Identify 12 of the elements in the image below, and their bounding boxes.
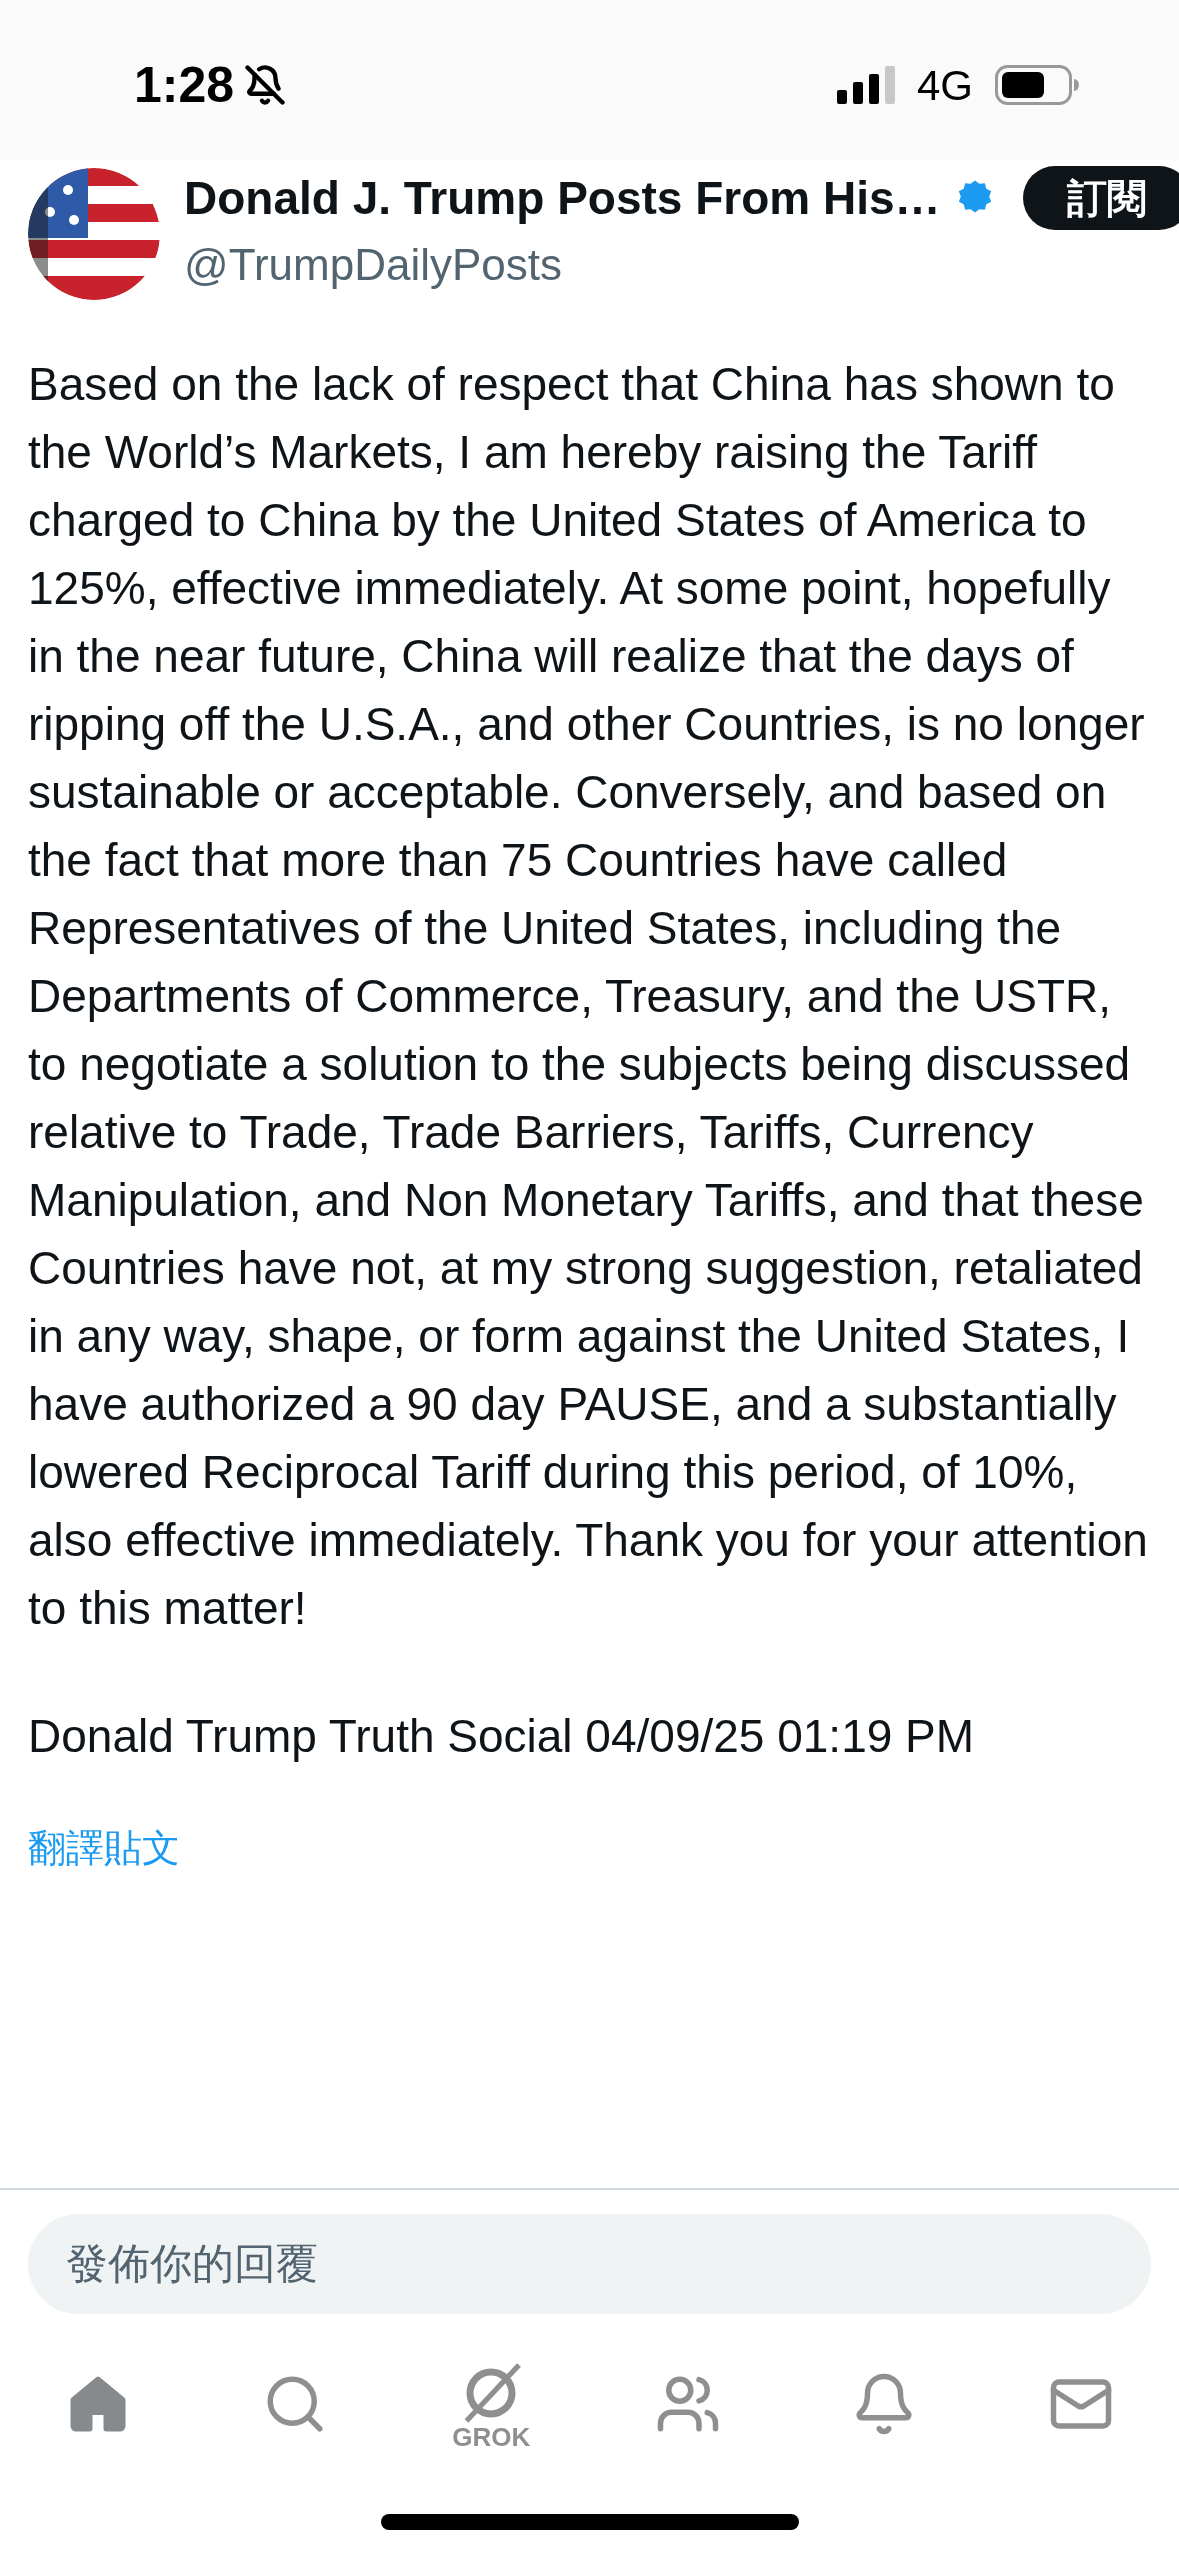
- post-signature: Donald Trump Truth Social 04/09/25 01:19 PM: [28, 1709, 976, 1764]
- battery-icon: [995, 65, 1079, 105]
- post-text: Based on the lack of respect that China has shown to the World’s Markets, I am hereby raising the Tariff charged to China by the United States of America to 125%, effective immediately. At some point, hopefully in the near future, China will realize that the days of ripping off the U.S.A., and other Countries, is no longer sustainable or acceptable. Conversely, and based on the fact that more than 75 Countries have called Representatives of the United States, including the Departments of Commerce, Treasury, and the USTR, to negotiate a solution to the subjects being discussed relative to Trade, Trade Barriers, Tariffs, Currency Manipulation, and Non Monetary Tariffs, and that these Countries have not, at my strong suggestion, retaliated in any way, shape, or form against the United States, I have authorized a 90 day PAUSE, and a substantially lowered Reciprocal Tariff during this period, of 10%, also effective immediately. Thank you for your attention to this matter!: [28, 357, 1149, 1636]
- author-handle: @TrumpDailyPosts: [184, 239, 563, 291]
- network-label: 4G: [916, 60, 973, 111]
- signal-icon: [836, 66, 895, 104]
- author-name[interactable]: Donald J. Trump Posts From His…: [184, 163, 941, 233]
- status-time: 1:28: [134, 55, 235, 115]
- subscribe-button[interactable]: 訂閱: [1022, 166, 1179, 230]
- bell-off-icon: [244, 64, 287, 106]
- reply-field[interactable]: 發佈你的回覆: [28, 2214, 1151, 2314]
- grok-label: GROK: [452, 2424, 531, 2450]
